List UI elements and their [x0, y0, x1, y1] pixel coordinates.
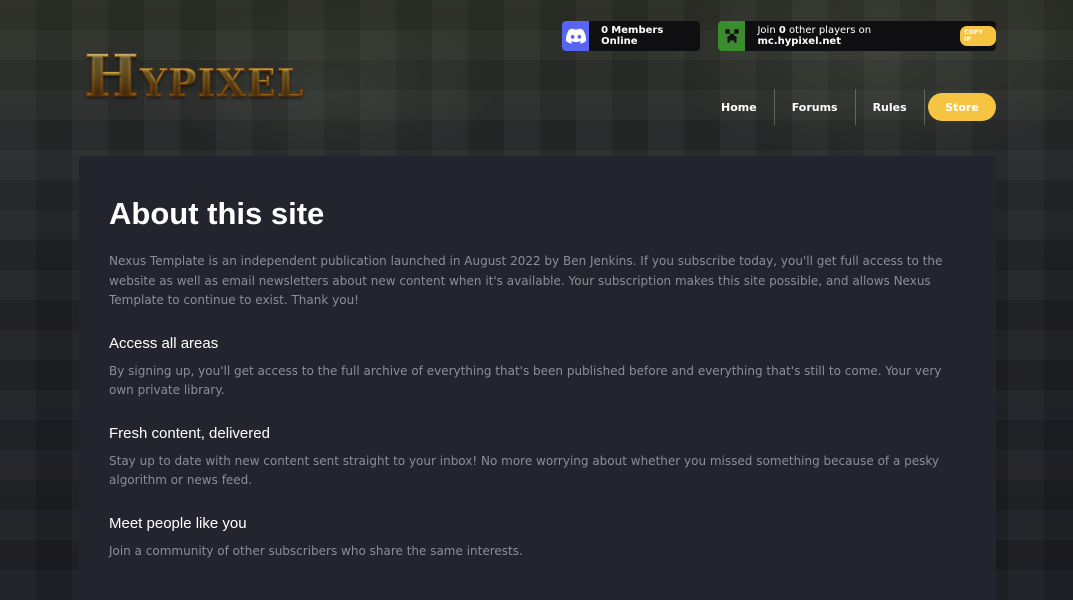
- section-heading: Access all areas: [109, 334, 219, 352]
- discord-members-pill[interactable]: 0 Members Online: [562, 21, 700, 51]
- hypixel-logo[interactable]: HYPIXEL: [84, 30, 304, 122]
- nav-home[interactable]: Home: [704, 89, 774, 125]
- nav-rules[interactable]: Rules: [856, 89, 924, 125]
- section-body: Join a community of other subscribers wh…: [109, 543, 523, 558]
- content-card: About this site Nexus Template is an ind…: [79, 156, 996, 600]
- discord-icon: [562, 21, 590, 51]
- page-title: About this site: [109, 196, 325, 231]
- main-nav: Home Forums Rules: [704, 89, 925, 125]
- copy-ip-button[interactable]: COPY IP: [960, 26, 996, 46]
- nav-forums[interactable]: Forums: [775, 89, 855, 125]
- nav-divider: [923, 89, 925, 125]
- store-button[interactable]: Store: [928, 93, 996, 121]
- section-heading: Meet people like you: [109, 514, 247, 532]
- section-body: Stay up to date with new content sent st…: [109, 453, 939, 488]
- section-heading: Fresh content, delivered: [109, 424, 270, 442]
- intro-paragraph: Nexus Template is an independent publica…: [109, 254, 943, 307]
- section-body: By signing up, you'll get access to the …: [109, 363, 942, 398]
- creeper-icon: [718, 21, 746, 51]
- server-players-pill[interactable]: Join 0 other players on mc.hypixel.net C…: [718, 21, 996, 51]
